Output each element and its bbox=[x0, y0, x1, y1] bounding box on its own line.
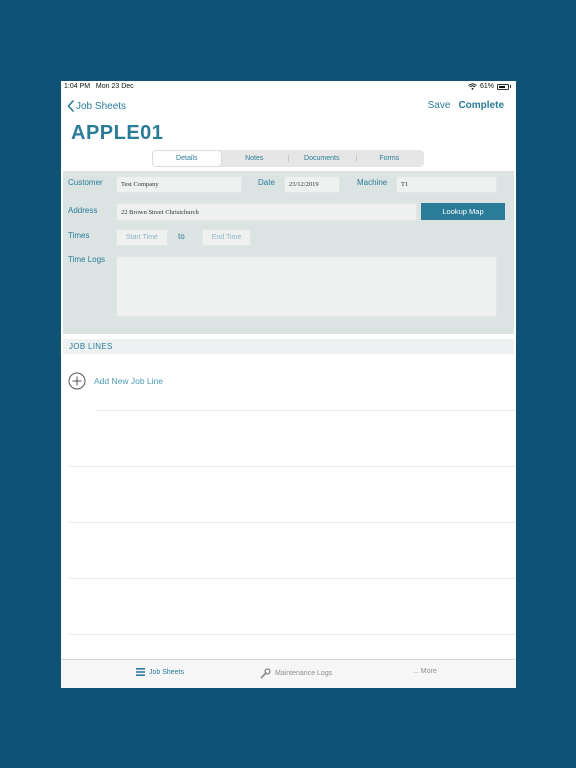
list-icon bbox=[136, 668, 145, 676]
details-panel: Customer Test Company Date 23/12/2019 Ma… bbox=[63, 171, 514, 334]
row-divider bbox=[69, 466, 516, 467]
back-label: Job Sheets bbox=[76, 100, 127, 112]
complete-button[interactable]: Complete bbox=[458, 100, 504, 111]
row-divider bbox=[95, 410, 516, 411]
tab-documents[interactable]: Documents bbox=[288, 151, 356, 166]
battery-percent: 61% bbox=[479, 83, 494, 90]
back-button[interactable]: Job Sheets bbox=[67, 100, 126, 112]
customer-field[interactable]: Test Company bbox=[116, 176, 242, 193]
tab-maintenance-logs-label: Maintenance Logs bbox=[275, 670, 333, 677]
date-label: Date bbox=[258, 178, 275, 187]
tab-more[interactable]: ... More bbox=[413, 668, 437, 675]
tab-bar: Job Sheets Maintenance Logs ... More bbox=[61, 659, 516, 688]
customer-label: Customer bbox=[68, 178, 103, 187]
address-field[interactable]: 22 Brown Street Christchurch bbox=[116, 203, 417, 221]
status-date: Mon 23 Dec bbox=[95, 83, 134, 90]
start-time-field[interactable]: Start Time bbox=[116, 229, 168, 246]
tab-maintenance-logs[interactable]: Maintenance Logs bbox=[260, 668, 332, 679]
app-window: 1:04 PM Mon 23 Dec 61% Job Sheets Save C… bbox=[61, 81, 516, 688]
chevron-left-icon bbox=[67, 100, 74, 112]
job-lines-header: JOB LINES bbox=[63, 339, 514, 354]
machine-field[interactable]: T1 bbox=[396, 176, 497, 193]
tab-job-sheets[interactable]: Job Sheets bbox=[136, 668, 184, 676]
end-time-field[interactable]: End Time bbox=[202, 229, 251, 246]
add-job-line-label: Add New Job Line bbox=[94, 376, 163, 386]
plus-circle-icon bbox=[68, 372, 86, 390]
tab-job-sheets-label: Job Sheets bbox=[149, 668, 185, 676]
row-divider bbox=[69, 578, 516, 579]
segmented-tabs: Details Notes Documents Forms bbox=[152, 150, 424, 167]
wrench-icon bbox=[260, 668, 271, 679]
status-time: 1:04 PM Mon 23 Dec bbox=[64, 83, 134, 90]
lookup-map-button[interactable]: Lookup Map bbox=[421, 203, 505, 220]
page-title: APPLE01 bbox=[71, 122, 164, 144]
time-logs-field[interactable] bbox=[116, 256, 497, 317]
tab-notes[interactable]: Notes bbox=[221, 151, 289, 166]
row-divider bbox=[69, 634, 516, 635]
status-clock: 1:04 PM bbox=[64, 83, 91, 90]
row-divider bbox=[69, 522, 516, 523]
battery-tip bbox=[510, 85, 511, 88]
tab-details[interactable]: Details bbox=[153, 151, 221, 166]
add-job-line-button[interactable]: Add New Job Line bbox=[68, 372, 163, 390]
date-field[interactable]: 23/12/2019 bbox=[284, 176, 340, 193]
address-label: Address bbox=[68, 206, 98, 215]
status-right: 61% bbox=[468, 83, 511, 90]
save-button[interactable]: Save bbox=[428, 100, 451, 111]
times-label: Times bbox=[68, 231, 90, 240]
time-logs-label: Time Logs bbox=[68, 255, 106, 264]
tab-more-label: ... More bbox=[413, 668, 437, 675]
nav-actions: Save Complete bbox=[428, 100, 504, 111]
status-bar: 1:04 PM Mon 23 Dec 61% bbox=[61, 81, 516, 95]
to-label: to bbox=[178, 232, 185, 241]
battery-icon bbox=[497, 83, 509, 90]
machine-label: Machine bbox=[357, 178, 388, 187]
wifi-icon bbox=[468, 83, 477, 90]
tab-forms[interactable]: Forms bbox=[355, 151, 424, 166]
